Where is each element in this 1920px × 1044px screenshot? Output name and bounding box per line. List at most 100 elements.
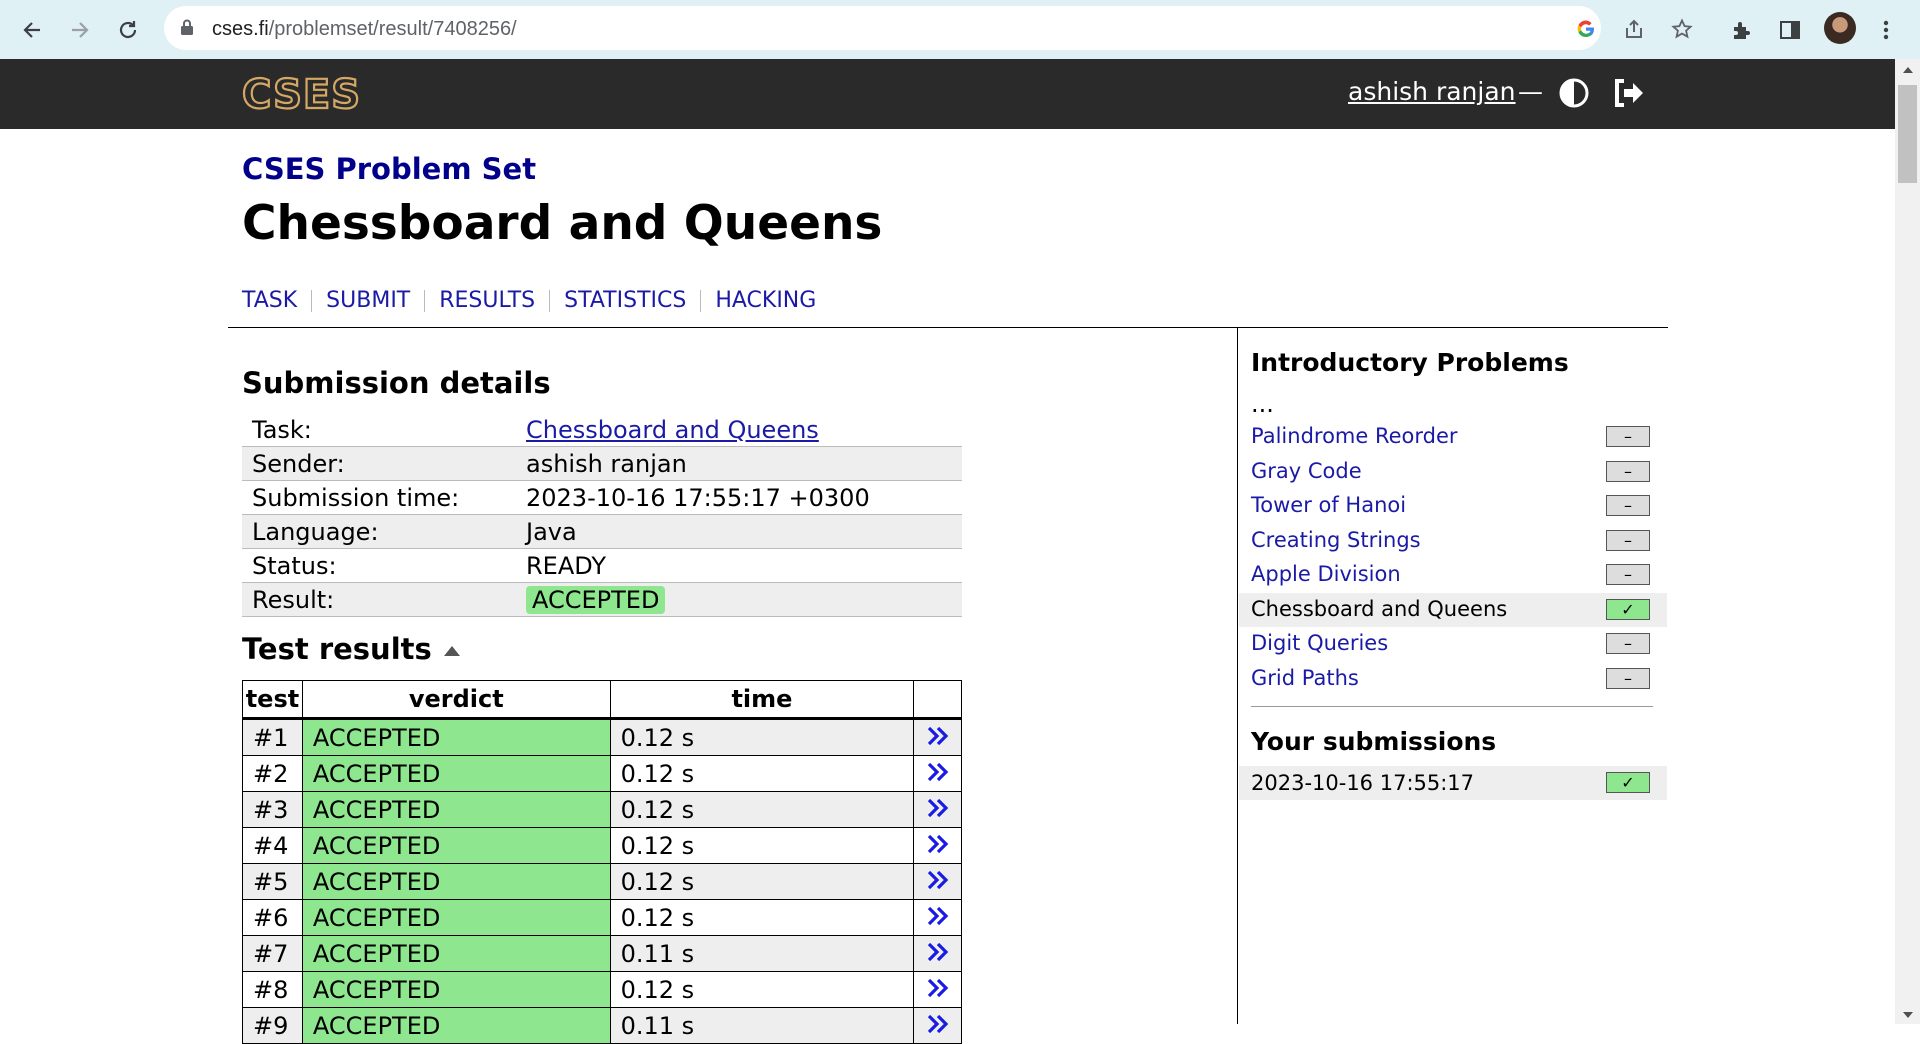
test-verdict: ACCEPTED [301,827,611,864]
status-indicator: – [1606,564,1650,585]
test-detail-link[interactable] [913,755,962,792]
back-arrow-icon [23,22,40,38]
test-time: 0.12 s [609,827,915,864]
test-verdict: ACCEPTED [301,791,611,828]
details-row: Result: ACCEPTED [242,582,962,617]
test-detail-link[interactable] [913,899,962,936]
test-id: #6 [242,899,303,936]
table-row: #2 ACCEPTED 0.12 s [242,755,962,792]
double-chevron-right-icon [927,834,948,853]
cses-logo[interactable]: CSES [242,75,378,113]
detail-value: ACCEPTED [516,582,962,617]
problem-link[interactable]: Gray Code [1251,459,1362,483]
problem-link[interactable]: Creating Strings [1251,528,1421,552]
table-row: #1 ACCEPTED 0.12 s [242,718,962,756]
reload-button[interactable] [110,12,146,48]
sidebar-ellipsis: ... [1251,390,1274,418]
table-header-row: test verdict time [242,680,962,720]
tab-submit[interactable]: SUBMIT [311,290,424,312]
status-check-indicator: ✓ [1606,772,1650,793]
address-bar[interactable]: cses.fi/problemset/result/7408256/ [164,6,1693,50]
list-item: Creating Strings – [1239,524,1667,559]
forward-button[interactable] [62,12,98,48]
double-chevron-right-icon [927,870,948,889]
problem-link[interactable]: Grid Paths [1251,666,1359,690]
problem-link[interactable]: Apple Division [1251,562,1401,586]
double-chevron-right-icon [927,978,948,997]
profile-avatar[interactable] [1824,12,1856,44]
status-indicator: – [1606,529,1650,551]
forward-arrow-icon [72,22,89,38]
url-path: /problemset/result/7408256/ [268,18,517,40]
test-detail-link[interactable] [913,971,962,1008]
sidebar-heading: Introductory Problems [1251,348,1569,377]
test-time: 0.11 s [609,935,915,972]
test-verdict: ACCEPTED [301,1007,611,1044]
side-panel-icon[interactable] [1776,16,1804,44]
test-verdict: ACCEPTED [301,718,611,756]
test-detail-link[interactable] [913,935,962,972]
divider [228,327,1668,328]
problem-link[interactable]: Tower of Hanoi [1251,493,1406,517]
list-item: Gray Code – [1239,455,1667,490]
page-scrollbar[interactable] [1895,59,1920,1024]
test-detail-link[interactable] [913,718,962,756]
contrast-toggle-icon[interactable] [1558,77,1590,109]
back-button[interactable] [14,12,50,48]
list-item: Digit Queries – [1239,627,1667,662]
test-detail-link[interactable] [913,827,962,864]
tab-results[interactable]: RESULTS [424,290,549,312]
table-row: #6 ACCEPTED 0.12 s [242,899,962,936]
double-chevron-right-icon [927,906,948,925]
list-item: Palindrome Reorder – [1239,420,1667,455]
detail-value: Java [516,514,962,549]
problem-link[interactable]: Palindrome Reorder [1251,424,1458,448]
problemset-link[interactable]: CSES Problem Set [242,152,536,186]
extensions-puzzle-icon[interactable] [1728,16,1756,44]
test-time: 0.12 s [609,971,915,1008]
test-results-table: test verdict time #1 ACCEPTED 0.12 s #2 ACC… [242,680,962,1044]
table-row: #4 ACCEPTED 0.12 s [242,827,962,864]
test-id: #9 [242,1007,303,1044]
tab-task[interactable]: TASK [242,290,311,312]
double-chevron-right-icon [927,942,948,961]
scrollbar-thumb[interactable] [1898,85,1917,183]
tab-hacking[interactable]: HACKING [700,290,830,312]
column-divider [1237,328,1238,1024]
details-row: Sender: ashish ranjan [242,446,962,481]
details-row: Submission time: 2023-10-16 17:55:17 +030… [242,481,962,515]
test-verdict: ACCEPTED [301,971,611,1008]
page-title: Chessboard and Queens [242,196,883,251]
test-time: 0.12 s [609,899,915,936]
share-icon[interactable] [1622,17,1646,41]
test-time: 0.12 s [609,863,915,900]
detail-value: ashish ranjan [516,446,962,481]
col-link [913,680,962,720]
scroll-up-arrow-icon[interactable] [1903,67,1913,73]
test-results-heading: Test results [242,632,432,666]
test-id: #4 [242,827,303,864]
bookmark-star-icon[interactable] [1670,17,1694,41]
table-row: #7 ACCEPTED 0.11 s [242,935,962,972]
details-row: Status: READY [242,549,962,583]
table-row: #9 ACCEPTED 0.11 s [242,1007,962,1044]
test-detail-link[interactable] [913,791,962,828]
logout-icon[interactable] [1612,77,1646,109]
task-link[interactable]: Chessboard and Queens [526,416,819,444]
google-icon[interactable] [1574,17,1598,41]
test-detail-link[interactable] [913,1007,962,1044]
status-indicator: – [1606,633,1650,654]
tab-statistics[interactable]: STATISTICS [549,290,700,312]
col-time: time [609,680,915,720]
kebab-menu-icon[interactable] [1872,16,1900,44]
double-chevron-right-icon [927,762,948,781]
current-problem-label: Chessboard and Queens [1251,596,1508,621]
problem-link[interactable]: Digit Queries [1251,631,1388,655]
test-verdict: ACCEPTED [301,755,611,792]
test-verdict: ACCEPTED [301,863,611,900]
scroll-down-arrow-icon[interactable] [1903,1012,1913,1018]
test-detail-link[interactable] [913,863,962,900]
table-row: #8 ACCEPTED 0.12 s [242,971,962,1008]
collapse-caret-icon[interactable] [444,646,460,656]
username-link[interactable]: ashish ranjan [1348,77,1516,106]
